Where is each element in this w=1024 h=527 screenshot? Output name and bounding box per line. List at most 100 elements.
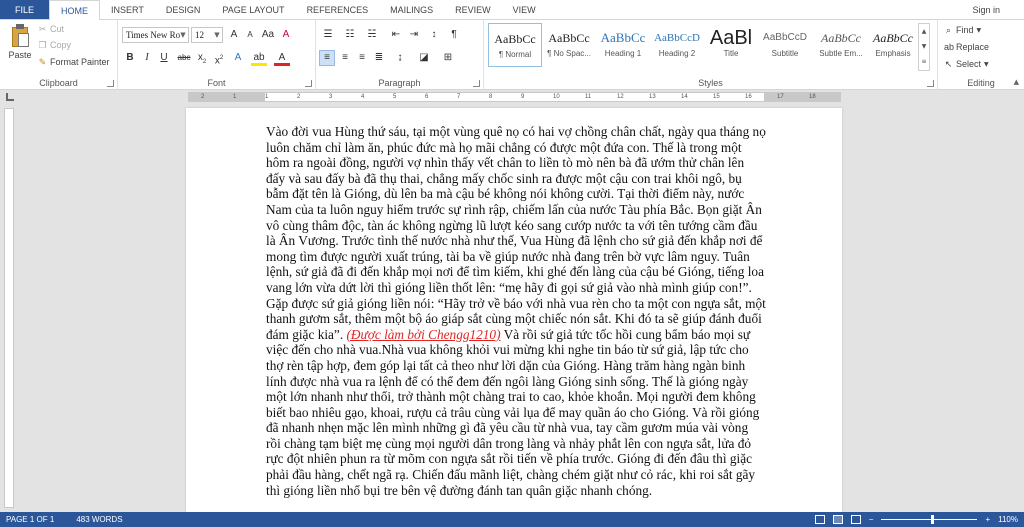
style-subtitle[interactable]: AaBbCcD Subtitle: [758, 23, 812, 67]
more-styles-icon[interactable]: ≡: [919, 54, 929, 69]
horizontal-ruler[interactable]: 2 1 1 2 3 4 5 6 7 8 9 10 11 12 13 14 15 16 17 18: [188, 92, 841, 102]
ruler-tick-label: 2: [297, 94, 301, 100]
zoom-slider-thumb[interactable]: [931, 515, 935, 524]
font-color-button[interactable]: A: [274, 50, 290, 66]
strikethrough-button[interactable]: abc: [176, 50, 192, 66]
superscript-button[interactable]: x2: [211, 50, 227, 66]
decrease-indent-button[interactable]: ⇤: [388, 27, 404, 43]
change-case-button[interactable]: Aa: [260, 27, 276, 43]
ruler-tick-label: 8: [489, 94, 493, 100]
ruler-tick-label: 2: [201, 94, 205, 100]
style-heading-2[interactable]: AaBbCcD Heading 2: [650, 23, 704, 67]
chevron-down-icon[interactable]: ▼: [919, 39, 929, 54]
styles-launcher-icon[interactable]: [927, 80, 934, 87]
tab-review[interactable]: REVIEW: [444, 0, 502, 19]
format-painter-button[interactable]: ✎ Format Painter: [38, 57, 110, 67]
line-spacing-button[interactable]: ↨: [392, 50, 408, 66]
subscript-button[interactable]: x2: [194, 50, 210, 66]
read-mode-icon[interactable]: [814, 515, 825, 524]
ruler-tick-label: 3: [329, 94, 333, 100]
document-page[interactable]: Vào đời vua Hùng thứ sáu, tại một vùng q…: [186, 108, 842, 512]
chevron-down-icon: ▼: [976, 26, 982, 34]
select-button[interactable]: ↖ Select ▼: [944, 59, 989, 69]
replace-button[interactable]: ab Replace: [944, 42, 989, 52]
underline-button[interactable]: U: [156, 50, 172, 66]
increase-indent-button[interactable]: ⇥: [406, 27, 422, 43]
multilevel-list-button[interactable]: ☵: [364, 27, 380, 43]
ruler-tick-label: 15: [713, 94, 720, 100]
underline-icon: U: [160, 52, 168, 63]
highlight-button[interactable]: ab: [251, 50, 267, 66]
styles-scroll[interactable]: ▲ ▼ ≡: [918, 23, 930, 71]
style-emphasis[interactable]: AaBbCc Emphasis: [870, 23, 916, 67]
word-count[interactable]: 483 WORDS: [76, 512, 122, 527]
paintbrush-icon: ✎: [38, 56, 47, 67]
styles-group-label: Styles: [698, 78, 723, 88]
style-no-spacing[interactable]: AaBbCc ¶ No Spac...: [542, 23, 596, 67]
tab-mailings[interactable]: MAILINGS: [379, 0, 444, 19]
find-button[interactable]: ⌕ Find ▼: [944, 25, 981, 35]
tab-references[interactable]: REFERENCES: [296, 0, 380, 19]
ruler-right-margin: [764, 93, 840, 101]
ruler-tick-label: 11: [585, 94, 592, 100]
tab-insert[interactable]: INSERT: [100, 0, 155, 19]
font-name-box[interactable]: Times New Ro ▼: [122, 27, 189, 43]
numbering-button[interactable]: ☷: [342, 27, 358, 43]
style-heading-1[interactable]: AaBbCc Heading 1: [596, 23, 650, 67]
chevron-up-icon[interactable]: ▲: [919, 24, 929, 39]
style-preview: AaBbCcD: [763, 32, 807, 43]
web-layout-icon[interactable]: [850, 515, 861, 524]
grow-font-button[interactable]: A: [226, 27, 242, 43]
cut-button[interactable]: ✂ Cut: [38, 24, 64, 34]
style-preview: AaBl: [709, 27, 753, 49]
bold-button[interactable]: B: [122, 50, 138, 66]
chevron-down-icon: ▼: [214, 31, 220, 39]
vertical-ruler: [4, 108, 14, 508]
ruler-tick-label: 1: [265, 94, 269, 100]
paragraph-launcher-icon[interactable]: [473, 80, 480, 87]
tab-view[interactable]: VIEW: [502, 0, 547, 19]
copy-icon: ❐: [38, 39, 47, 50]
tab-home[interactable]: HOME: [49, 0, 101, 21]
style-normal[interactable]: AaBbCc ¶ Normal: [488, 23, 542, 67]
paste-button[interactable]: Paste: [6, 24, 34, 70]
style-title[interactable]: AaBl Title: [704, 23, 758, 67]
tab-file[interactable]: FILE: [0, 0, 50, 19]
font-launcher-icon[interactable]: [305, 80, 312, 87]
tab-design[interactable]: DESIGN: [155, 0, 212, 19]
zoom-in-icon[interactable]: +: [985, 512, 990, 527]
zoom-slider[interactable]: [881, 515, 978, 524]
shading-button[interactable]: ◪: [416, 50, 432, 66]
tab-stop-selector-icon[interactable]: [6, 93, 14, 101]
shrink-font-button[interactable]: A: [242, 27, 258, 43]
show-marks-button[interactable]: ¶: [446, 27, 462, 43]
font-size-box[interactable]: 12 ▼: [191, 27, 223, 43]
style-subtle-emphasis[interactable]: AaBbCc Subtle Em...: [812, 23, 870, 67]
editing-group-label: Editing: [967, 78, 995, 88]
justify-button[interactable]: ≣: [371, 50, 387, 66]
align-right-button[interactable]: ≡: [354, 50, 370, 66]
tab-page-layout[interactable]: PAGE LAYOUT: [211, 0, 295, 19]
borders-button[interactable]: ⊞: [440, 50, 456, 66]
print-layout-icon[interactable]: [832, 515, 843, 524]
font-size-value: 12: [195, 30, 204, 40]
align-left-button[interactable]: ≡: [319, 50, 335, 66]
increase-indent-icon: ⇥: [409, 29, 419, 40]
page-count[interactable]: PAGE 1 OF 1: [6, 512, 54, 527]
zoom-out-icon[interactable]: −: [869, 512, 874, 527]
text-effects-button[interactable]: A: [230, 50, 246, 66]
copy-button[interactable]: ❐ Copy: [38, 40, 71, 50]
sign-in-link[interactable]: Sign in: [972, 0, 1000, 20]
body-paragraph[interactable]: Vào đời vua Hùng thứ sáu, tại một vùng q…: [266, 124, 766, 498]
bullets-button[interactable]: ☰: [320, 27, 336, 43]
ruler-tick-label: 6: [425, 94, 429, 100]
clear-formatting-button[interactable]: A: [278, 27, 294, 43]
italic-button[interactable]: I: [139, 50, 155, 66]
text-effects-icon: A: [234, 52, 242, 63]
cut-label: Cut: [50, 24, 65, 34]
collapse-ribbon-icon[interactable]: ▲: [1014, 78, 1019, 86]
clipboard-launcher-icon[interactable]: [107, 80, 114, 87]
align-center-button[interactable]: ≡: [337, 50, 353, 66]
zoom-level[interactable]: 110%: [998, 512, 1018, 527]
sort-button[interactable]: ↕: [426, 27, 442, 43]
